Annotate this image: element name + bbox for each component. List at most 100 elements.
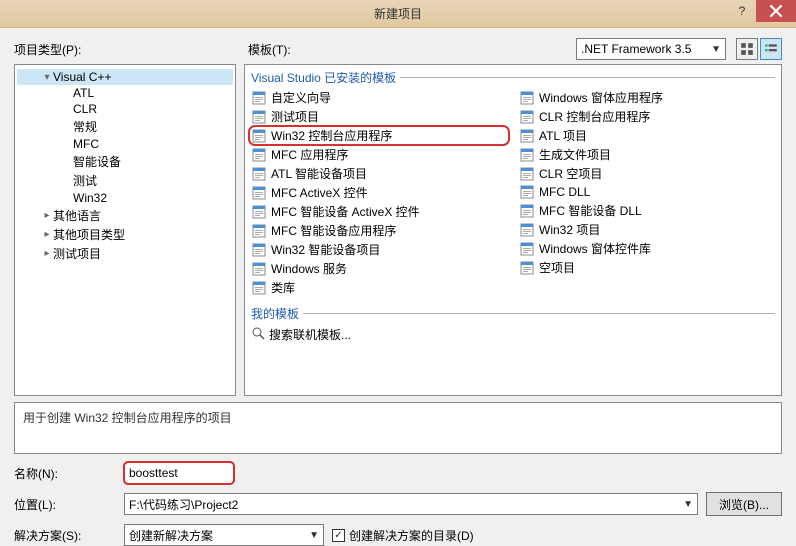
template-item[interactable]: Win32 项目 [517,220,777,239]
tree-item[interactable]: ▸其他项目类型 [17,225,233,244]
template-item[interactable]: MFC 应用程序 [249,145,509,164]
template-icon [519,147,535,163]
tree-item[interactable]: 常规 [17,117,233,136]
template-icon [519,260,535,276]
project-types-tree[interactable]: ▾Visual C++ATLCLR常规MFC智能设备测试Win32▸其他语言▸其… [14,64,236,396]
template-icon [519,90,535,106]
template-item[interactable]: Windows 窗体应用程序 [517,88,777,107]
template-item[interactable]: ATL 智能设备项目 [249,164,509,183]
template-icon [251,280,267,296]
template-icon [519,203,535,219]
browse-button[interactable]: 浏览(B)... [706,492,782,516]
name-input[interactable]: boosttest [124,462,234,484]
location-label: 位置(L): [14,496,116,513]
template-item-label: MFC 应用程序 [271,146,348,163]
divider [400,77,775,78]
template-item-label: MFC 智能设备 ActiveX 控件 [271,203,420,220]
template-item[interactable]: 测试项目 [249,107,509,126]
template-item[interactable]: CLR 空项目 [517,164,777,183]
template-item[interactable]: MFC 智能设备 ActiveX 控件 [249,202,509,221]
template-item-label: ATL 项目 [539,127,587,144]
template-item[interactable]: MFC DLL [517,183,777,201]
tree-item[interactable]: ▾Visual C++ [17,69,233,85]
template-item[interactable]: 自定义向导 [249,88,509,107]
template-item-label: Windows 窗体应用程序 [539,89,663,106]
help-button[interactable]: ? [728,0,756,22]
installed-templates-header: Visual Studio 已安装的模板 [245,65,781,88]
template-item-label: Win32 项目 [539,221,600,238]
template-item[interactable]: Windows 窗体控件库 [517,239,777,258]
template-item-label: MFC DLL [539,185,590,199]
template-item-label: CLR 控制台应用程序 [539,108,650,125]
template-item[interactable]: Windows 服务 [249,259,509,278]
tree-item[interactable]: ▸测试项目 [17,244,233,263]
tree-item-label: 测试 [73,172,97,189]
template-item-label: ATL 智能设备项目 [271,165,367,182]
search-icon [251,326,265,343]
template-icon [251,223,267,239]
form-area: 名称(N): boosttest 位置(L): F:\代码练习\Project2… [0,454,796,546]
template-item-label: Win32 智能设备项目 [271,241,380,258]
window-title: 新建项目 [374,5,422,22]
template-item[interactable]: MFC ActiveX 控件 [249,183,509,202]
template-icon [519,128,535,144]
template-item[interactable]: CLR 控制台应用程序 [517,107,777,126]
tree-item[interactable]: ATL [17,85,233,101]
template-icon [519,241,535,257]
tree-toggle-icon: ▸ [41,210,53,221]
template-item-label: Win32 控制台应用程序 [271,127,392,144]
chevron-down-icon: ▼ [711,44,721,55]
template-icon [251,166,267,182]
tree-toggle-icon: ▾ [41,72,53,83]
template-item-label: 自定义向导 [271,89,331,106]
template-icon [519,166,535,182]
tree-toggle-icon: ▸ [41,229,53,240]
template-item[interactable]: ATL 项目 [517,126,777,145]
template-icon [251,90,267,106]
template-item-label: 类库 [271,279,295,296]
tree-item[interactable]: 智能设备 [17,152,233,171]
location-input[interactable]: F:\代码练习\Project2 ▼ [124,493,698,515]
template-item[interactable]: Win32 控制台应用程序 [249,126,509,145]
template-item[interactable]: MFC 智能设备 DLL [517,201,777,220]
template-item[interactable]: MFC 智能设备应用程序 [249,221,509,240]
template-item[interactable]: Win32 智能设备项目 [249,240,509,259]
tree-item-label: 其他语言 [53,207,101,224]
top-labels-row: 项目类型(P): 模板(T): .NET Framework 3.5 ▼ [0,28,796,64]
template-item-label: Windows 服务 [271,260,347,277]
tree-item[interactable]: 测试 [17,171,233,190]
tree-item[interactable]: Win32 [17,190,233,206]
tree-item[interactable]: ▸其他语言 [17,206,233,225]
tree-item-label: MFC [73,137,99,151]
close-button[interactable] [756,0,796,22]
template-item-label: MFC 智能设备 DLL [539,202,642,219]
template-icon [251,261,267,277]
templates-columns: 自定义向导测试项目Win32 控制台应用程序 MFC 应用程序 ATL 智能设备项目… [245,88,781,301]
template-item-label: MFC 智能设备应用程序 [271,222,396,239]
template-item-label: 空项目 [539,259,575,276]
create-dir-checkbox[interactable]: ✓ 创建解决方案的目录(D) [332,527,474,544]
search-online-templates[interactable]: 搜索联机模板... [245,324,781,345]
view-large-icons-button[interactable] [736,38,758,60]
checkbox-icon: ✓ [332,529,345,542]
tree-item-label: 测试项目 [53,245,101,262]
framework-select[interactable]: .NET Framework 3.5 ▼ [576,38,726,60]
tree-item-label: 常规 [73,118,97,135]
chevron-down-icon: ▼ [309,530,319,541]
create-dir-label: 创建解决方案的目录(D) [349,527,474,544]
name-label: 名称(N): [14,465,116,482]
chevron-down-icon: ▼ [683,499,693,510]
divider [303,313,775,314]
small-icons-icon [764,42,778,56]
template-icon [519,109,535,125]
tree-item-label: Visual C++ [53,70,111,84]
template-item[interactable]: 生成文件项目 [517,145,777,164]
template-icon [251,109,267,125]
tree-item[interactable]: CLR [17,101,233,117]
tree-item[interactable]: MFC [17,136,233,152]
template-item[interactable]: 类库 [249,278,509,297]
template-item[interactable]: 空项目 [517,258,777,277]
my-templates-label: 我的模板 [251,305,299,322]
solution-select[interactable]: 创建新解决方案 ▼ [124,524,324,546]
view-small-icons-button[interactable] [760,38,782,60]
